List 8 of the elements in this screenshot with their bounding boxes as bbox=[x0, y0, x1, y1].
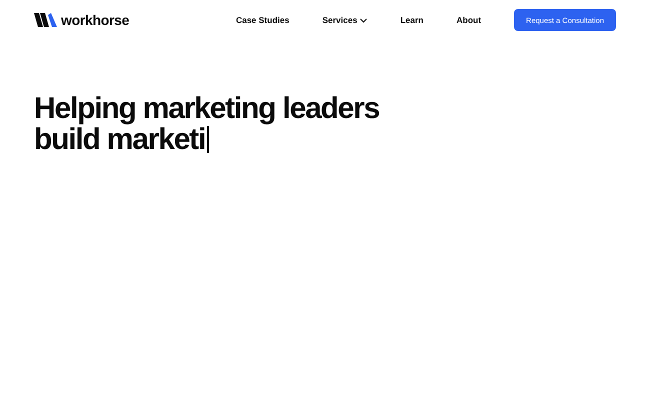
nav-link[interactable]: Services bbox=[322, 15, 368, 25]
logo-text[interactable]: workhorse bbox=[61, 12, 130, 28]
headline-text: build marketi bbox=[34, 124, 206, 155]
nav-link[interactable]: Learn bbox=[400, 15, 424, 25]
logo-icon bbox=[34, 13, 58, 27]
nav-link[interactable]: About bbox=[456, 15, 482, 25]
headline-text: Helping marketing leaders bbox=[34, 93, 380, 124]
nav-link[interactable]: Case Studies bbox=[236, 15, 290, 25]
